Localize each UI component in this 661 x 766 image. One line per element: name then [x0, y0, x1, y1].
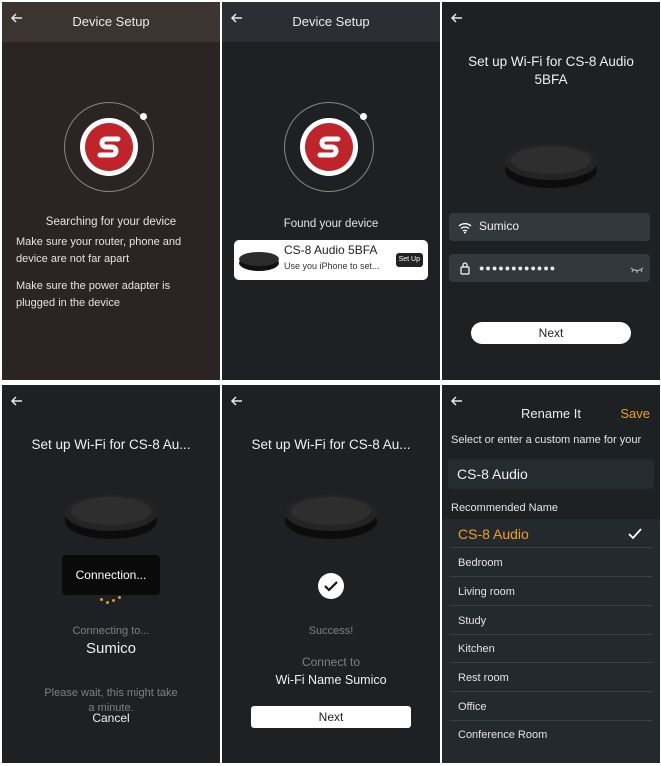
success-label: Success! [308, 625, 354, 637]
tip-line-2: device are not far apart [16, 253, 130, 265]
connecting-label: Connecting to... [72, 625, 150, 637]
option-label: Living room [458, 586, 515, 598]
ring-indicator-dot [360, 113, 367, 120]
recommended-label: Recommended Name [451, 502, 558, 514]
hide-password-icon[interactable] [630, 262, 644, 274]
network-name: Sumico [85, 640, 137, 657]
password-value: ●●●●●●●●●●●● [479, 263, 557, 273]
option-label: Conference Room [458, 729, 548, 741]
page-title-line-1: Set up Wi-Fi for CS-8 Audio [468, 54, 634, 69]
name-option-kitchen[interactable]: Kitchen [450, 635, 652, 663]
rename-prompt: Select or enter a custom name for your [451, 434, 642, 446]
custom-name-value: CS-8 Audio [457, 466, 528, 482]
setup-button[interactable]: Set Up [395, 253, 423, 267]
tip-line-3: Make sure the power adapter is [16, 280, 171, 292]
name-option-rest-room[interactable]: Rest room [450, 664, 652, 692]
connect-to-label: Connect to [301, 655, 361, 669]
back-arrow-icon[interactable] [10, 394, 30, 414]
wifi-name-field[interactable]: Sumico [449, 213, 650, 241]
sumico-logo-icon [300, 118, 358, 176]
name-option-living-room[interactable]: Living room [450, 578, 652, 606]
found-device-screen: Device Setup Found your device CS-8 Audi… [222, 2, 440, 380]
device-card[interactable]: CS-8 Audio 5BFA Use you iPhone to set...… [234, 240, 428, 280]
lock-icon [458, 261, 472, 275]
device-puck-image [283, 489, 379, 541]
back-arrow-icon[interactable] [230, 394, 250, 414]
name-option-study[interactable]: Study [450, 607, 652, 635]
wifi-setup-screen: Set up Wi-Fi for CS-8 Audio 5BFA Sumico … [442, 2, 660, 380]
header-title: Device Setup [72, 14, 150, 29]
tip-line-4: plugged in the device [16, 297, 120, 309]
cancel-button[interactable]: Cancel [2, 711, 220, 725]
name-option-cs8-audio[interactable]: CS-8 Audio [450, 520, 652, 548]
next-button[interactable]: Next [251, 706, 411, 728]
name-option-conference-room[interactable]: Conference Room [450, 721, 652, 749]
device-puck-image [503, 138, 599, 190]
name-option-office[interactable]: Office [450, 693, 652, 721]
success-check-icon [318, 573, 344, 599]
custom-name-input[interactable]: CS-8 Audio [448, 459, 654, 489]
header: Device Setup [222, 2, 440, 42]
device-puck-image [63, 489, 159, 541]
rename-screen: Rename It Save Select or enter a custom … [442, 385, 660, 763]
option-label: Bedroom [458, 557, 503, 569]
save-button[interactable]: Save [620, 406, 650, 421]
selected-check-icon [628, 528, 642, 540]
searching-screen: Device Setup Searching for your device M… [2, 2, 220, 380]
page-title: Set up Wi-Fi for CS-8 Au... [31, 437, 191, 452]
option-label: CS-8 Audio [458, 526, 529, 542]
wait-line-1: Please wait, this might take [44, 687, 178, 699]
password-field[interactable]: ●●●●●●●●●●●● [449, 254, 650, 282]
device-puck-icon [238, 250, 280, 272]
tip-line-1: Make sure your router, phone and [16, 236, 182, 248]
name-option-bedroom[interactable]: Bedroom [450, 549, 652, 577]
device-name: CS-8 Audio 5BFA [284, 243, 378, 257]
option-label: Office [458, 701, 487, 713]
searching-text: Searching for your device [45, 216, 177, 228]
next-button[interactable]: Next [471, 322, 631, 344]
success-screen: Set up Wi-Fi for CS-8 Au... Success! Con… [222, 385, 440, 763]
page-title-line-2: 5BFA [534, 72, 568, 87]
option-label: Study [458, 615, 487, 627]
sumico-logo-icon [80, 118, 138, 176]
wifi-name-label: Wi-Fi Name Sumico [275, 673, 387, 687]
page-title: Set up Wi-Fi for CS-8 Au... [251, 437, 411, 452]
device-logo-ring [64, 102, 158, 196]
recommended-list: CS-8 Audio Bedroom Living room Study Kit… [442, 519, 660, 763]
connection-toast: Connection... [62, 555, 160, 595]
device-logo-ring [284, 102, 378, 196]
option-label: Kitchen [458, 643, 495, 655]
header: Device Setup [2, 2, 220, 42]
header-title: Device Setup [292, 14, 370, 29]
wifi-icon [458, 220, 472, 234]
option-label: Rest room [458, 672, 509, 684]
connecting-screen: Set up Wi-Fi for CS-8 Au... Connection..… [2, 385, 220, 763]
ring-indicator-dot [140, 113, 147, 120]
found-text: Found your device [283, 218, 379, 230]
back-arrow-icon[interactable] [450, 11, 470, 31]
device-subtitle: Use you iPhone to set... [284, 261, 380, 271]
wifi-name-value: Sumico [479, 219, 520, 233]
